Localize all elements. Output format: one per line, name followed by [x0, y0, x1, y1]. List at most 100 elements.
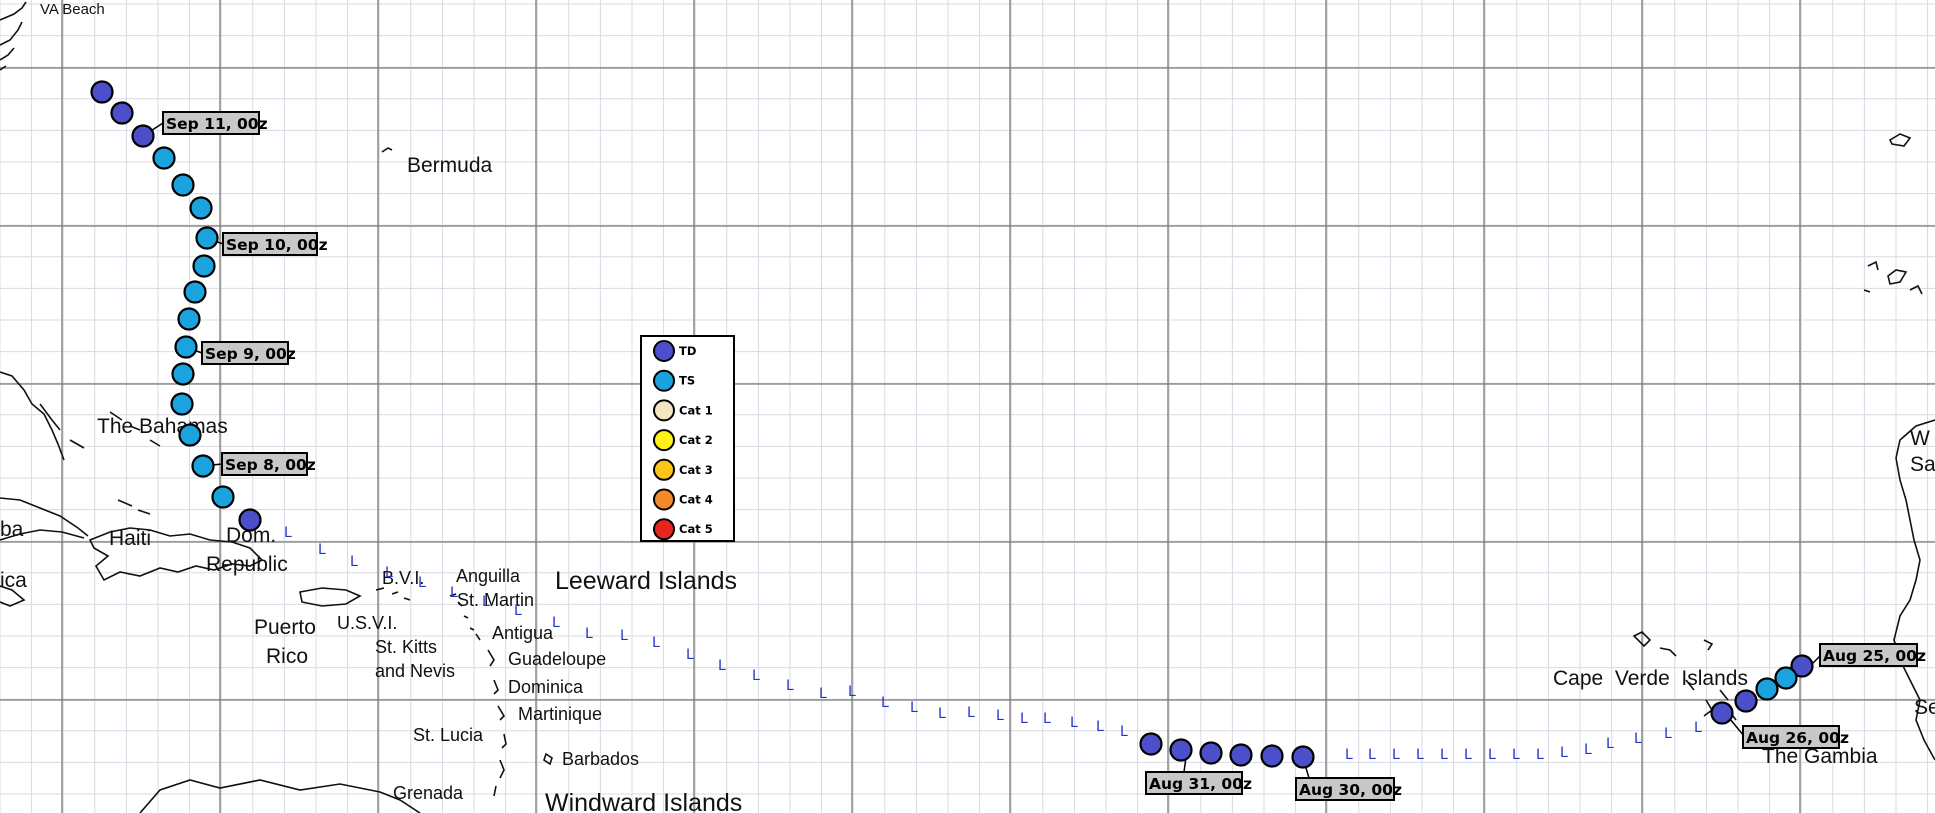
label-text: Sep 9, 00z: [205, 345, 296, 363]
remnant-low-marker: L: [1584, 742, 1592, 758]
label-jamaica-partial: ica: [0, 569, 27, 592]
remnant-low-marker: L: [819, 686, 827, 702]
remnant-low-marker: L: [967, 705, 975, 721]
remnant-low-marker: L: [786, 678, 794, 694]
canary-islands: [1863, 133, 1923, 295]
remnant-low-marker: L: [514, 603, 522, 619]
track-point-td: [1139, 732, 1163, 756]
track-point-ts: [189, 196, 213, 220]
date-label-sep11: Sep 11, 00z: [142, 111, 268, 137]
remnant-low-markers: LLLLLLLLLL L LLLLL L LL L L L L L L L L LL L L L L L L L L L L L…: [284, 525, 1702, 763]
track-point-ts: [192, 254, 216, 278]
legend-label-cat3: Cat 3: [679, 463, 713, 477]
date-label-aug26: Aug 26, 00z: [1729, 718, 1849, 749]
legend-swatch-td: [653, 340, 675, 362]
label-text: Aug 31, 00z: [1149, 775, 1252, 793]
label-antigua: Antigua: [492, 623, 554, 643]
major-grid: [0, 0, 1935, 813]
remnant-low-marker: L: [996, 708, 1004, 724]
label-cape-verde-islands: Cape Verde Islands: [1553, 667, 1748, 690]
intensity-legend: TD TS Cat 1 Cat 2 Cat 3 Cat 4 Cat 5: [640, 335, 735, 542]
remnant-low-marker: L: [418, 575, 426, 591]
remnant-low-marker: L: [1392, 747, 1400, 763]
label-dominica: Dominica: [508, 677, 584, 697]
remnant-low-marker: L: [1368, 747, 1376, 763]
remnant-low-marker: L: [881, 695, 889, 711]
remnant-low-marker: L: [1043, 711, 1051, 727]
remnant-low-marker: L: [350, 554, 358, 570]
label-anguilla: Anguilla: [456, 566, 521, 586]
track-point-ts: [1755, 677, 1779, 701]
label-haiti: Haiti: [109, 527, 151, 550]
track-point-ts: [174, 335, 198, 359]
date-label-aug25: Aug 25, 00z: [1811, 643, 1926, 667]
track-point-ts: [178, 423, 202, 447]
legend-swatch-cat2: [653, 429, 675, 452]
legend-label-cat5: Cat 5: [679, 522, 713, 536]
track-point-ts: [1774, 666, 1798, 690]
label-western-sahara-partial-2: Sa: [1910, 453, 1935, 476]
remnant-low-marker: L: [318, 542, 326, 558]
track-point-ts: [171, 362, 195, 386]
storm-track-points: [90, 80, 1814, 769]
remnant-low-marker: L: [1560, 745, 1568, 761]
label-text: Sep 10, 00z: [226, 236, 328, 254]
legend-label-cat4: Cat 4: [679, 493, 713, 507]
remnant-low-marker: L: [1070, 715, 1078, 731]
remnant-low-marker: L: [1120, 724, 1128, 740]
label-bermuda: Bermuda: [407, 154, 493, 177]
remnant-low-marker: L: [1096, 719, 1104, 735]
track-point-td: [1291, 745, 1315, 769]
remnant-low-marker: L: [1020, 711, 1028, 727]
remnant-low-marker: L: [450, 585, 458, 601]
track-point-td: [1169, 738, 1193, 762]
label-va-beach: VA Beach: [40, 1, 105, 18]
label-text: Sep 11, 00z: [166, 115, 268, 133]
virgin-islands: [375, 587, 411, 601]
track-point-td: [1199, 741, 1223, 765]
coastlines: [0, 1, 1935, 813]
legend-swatch-cat5: [653, 518, 675, 541]
label-windward-islands: Windward Islands: [545, 789, 742, 813]
remnant-low-marker: L: [385, 565, 393, 581]
label-text: Aug 26, 00z: [1746, 729, 1849, 747]
date-label-sep10: Sep 10, 00z: [206, 232, 328, 256]
legend-swatch-cat1: [653, 399, 675, 422]
remnant-low-marker: L: [1345, 747, 1353, 763]
remnant-low-marker: L: [910, 700, 918, 716]
label-st-kitts: St. Kitts: [375, 637, 437, 657]
label-barbados: Barbados: [562, 749, 639, 769]
label-puerto: Puerto: [254, 616, 316, 639]
storm-track-map: VA Beach Bermuda The Bahamas Haiti Dom. …: [0, 0, 1935, 813]
legend-label-cat1: Cat 1: [679, 403, 713, 417]
remnant-low-marker: L: [1464, 747, 1472, 763]
label-st-lucia: St. Lucia: [413, 725, 484, 745]
label-and-nevis: and Nevis: [375, 661, 455, 681]
track-point-td: [1229, 743, 1253, 767]
minor-grid: [0, 0, 1935, 813]
track-point-td: [131, 124, 155, 148]
label-leeward-islands: Leeward Islands: [555, 567, 737, 595]
legend-swatch-cat4: [653, 488, 675, 511]
track-point-ts: [171, 173, 195, 197]
remnant-low-marker: L: [652, 635, 660, 651]
label-bahamas: The Bahamas: [97, 415, 228, 438]
label-text: Sep 8, 00z: [225, 456, 316, 474]
track-point-td: [90, 80, 114, 104]
label-senegal-partial: Se: [1914, 696, 1935, 719]
remnant-low-marker: L: [752, 668, 760, 684]
leader-line: [1729, 718, 1745, 737]
legend-label-ts: TS: [679, 374, 695, 388]
track-point-td: [238, 508, 262, 532]
remnant-low-marker: L: [1512, 747, 1520, 763]
label-st-martin: St. Martin: [457, 590, 534, 610]
track-point-ts: [195, 226, 219, 250]
track-point-td: [1734, 689, 1758, 713]
bermuda: [381, 147, 393, 153]
track-point-ts: [177, 307, 201, 331]
leader-line: [1811, 655, 1821, 665]
label-text: Aug 30, 00z: [1299, 781, 1402, 799]
label-western-sahara-partial-1: W: [1910, 427, 1930, 450]
remnant-low-marker: L: [938, 706, 946, 722]
label-text: Aug 25, 00z: [1823, 647, 1926, 665]
